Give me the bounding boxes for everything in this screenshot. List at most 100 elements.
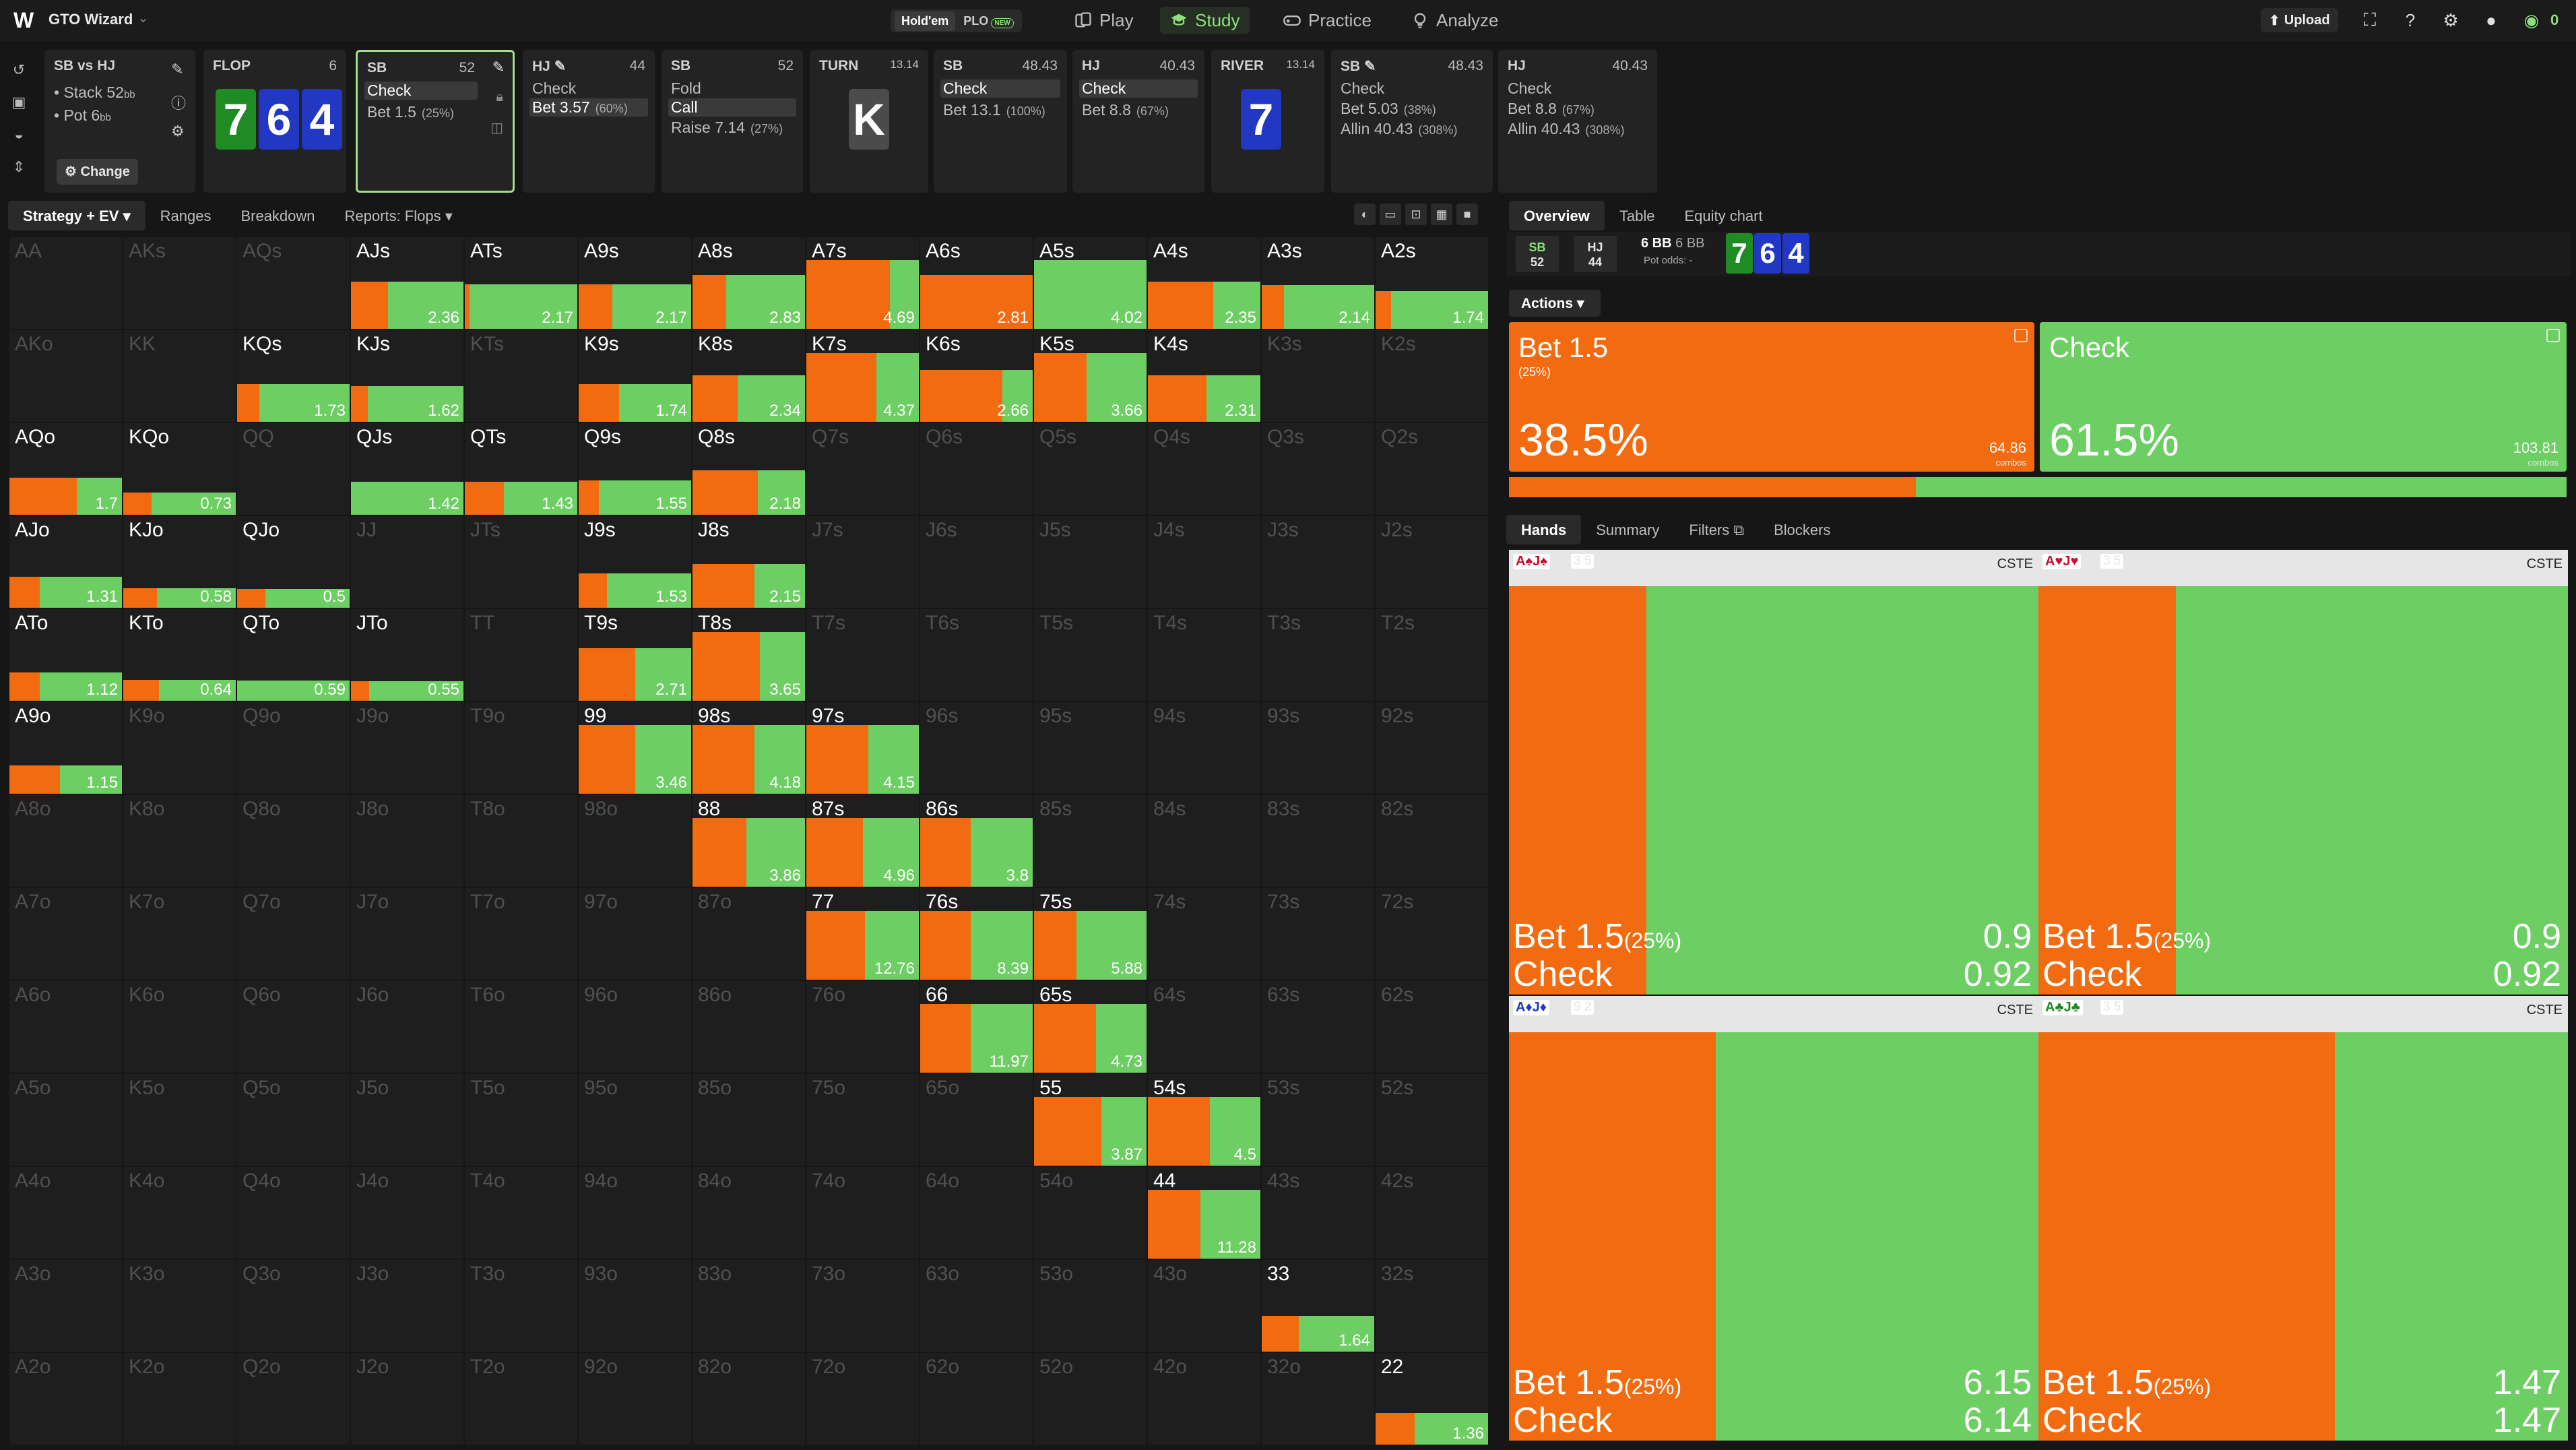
hand-cell[interactable]: A2o [9, 1353, 122, 1445]
hand-cell[interactable]: 42o [1148, 1353, 1260, 1445]
action-check[interactable]: Check [532, 80, 576, 98]
turn-panel[interactable]: TURN 13.14 K [810, 50, 928, 193]
hand-cell[interactable]: 65o [920, 1074, 1033, 1166]
hand-cell[interactable]: 97o [579, 888, 691, 980]
hand-cell[interactable]: A4o [9, 1167, 122, 1259]
hand-cell[interactable]: J9o [351, 702, 463, 794]
action-allin[interactable]: Allin 40.43 (308%) [1508, 120, 1624, 138]
hand-cell[interactable]: AJs 2.36 [351, 237, 463, 329]
hand-cell[interactable]: 96s [920, 702, 1033, 794]
hand-cell[interactable]: T7s [806, 609, 919, 701]
decision-hj-river[interactable]: HJ 40.43 Check Bet 8.8 (67%) Allin 40.43(… [1498, 50, 1657, 193]
hand-cell[interactable]: A7o [9, 888, 122, 980]
display-mode-icon[interactable]: ◐ [1354, 203, 1376, 225]
hand-cell[interactable]: K5s 3.66 [1034, 330, 1147, 422]
hand-cell[interactable]: K8o [123, 795, 236, 887]
hand-cell[interactable]: 74s [1148, 888, 1260, 980]
action-fold[interactable]: Fold [671, 80, 701, 98]
hand-cell[interactable]: QQ [237, 423, 350, 515]
decision-sb-river[interactable]: SB ✎ 48.43 Check Bet 5.03 (38%) Allin 40.… [1331, 50, 1493, 193]
expand-icon[interactable] [2546, 329, 2560, 342]
hand-cell[interactable]: Q9o [237, 702, 350, 794]
hand-cell[interactable]: J5s [1034, 516, 1147, 608]
hand-cell[interactable]: 99 3.46 [579, 702, 691, 794]
hand-cell[interactable]: KQo 0.73 [123, 423, 236, 515]
hand-cell[interactable]: 32o [1262, 1353, 1374, 1445]
hand-cell[interactable]: K3o [123, 1260, 236, 1352]
variant-plo[interactable]: PLO NEW [959, 11, 1017, 31]
coin-icon[interactable]: ◉ [2519, 8, 2544, 32]
hand-cell[interactable]: K8s 2.34 [693, 330, 805, 422]
hand-cell[interactable]: J8s 2.15 [693, 516, 805, 608]
hand-cell[interactable]: Q2o [237, 1353, 350, 1445]
hand-cell[interactable]: J5o [351, 1074, 463, 1166]
hand-cell[interactable]: 86o [693, 981, 805, 1073]
hand-cell[interactable]: K6s 2.66 [920, 330, 1033, 422]
hand-cell[interactable]: 64s [1148, 981, 1260, 1073]
hand-cell[interactable]: 75s 5.88 [1034, 888, 1147, 980]
hand-cell[interactable]: A3s 2.14 [1262, 237, 1374, 329]
upload-button[interactable]: ⬆ Upload [2261, 8, 2338, 32]
hand-cell[interactable]: AJo 1.31 [9, 516, 122, 608]
hand-cell[interactable]: J7o [351, 888, 463, 980]
hand-cell[interactable]: 63o [920, 1260, 1033, 1352]
lock-icon[interactable]: 🔒︎ [496, 90, 503, 105]
hand-cell[interactable]: Q6o [237, 981, 350, 1073]
grid-view-icon[interactable]: ▦ [1431, 203, 1452, 225]
hand-cell[interactable]: AKo [9, 330, 122, 422]
hand-cell[interactable]: 98o [579, 795, 691, 887]
hand-cell[interactable]: TT [465, 609, 577, 701]
hand-cell[interactable]: 93s [1262, 702, 1374, 794]
hand-cell[interactable]: A6o [9, 981, 122, 1073]
hand-cell[interactable]: Q8s 2.18 [693, 423, 805, 515]
hand-cell[interactable]: 75o [806, 1074, 919, 1166]
hand-cell[interactable]: 33 1.64 [1262, 1260, 1374, 1352]
hand-cell[interactable]: 85o [693, 1074, 805, 1166]
hand-cell[interactable]: 66 11.97 [920, 981, 1033, 1073]
hand-cell[interactable]: A2s 1.74 [1376, 237, 1488, 329]
hand-cell[interactable]: A9s 2.17 [579, 237, 691, 329]
hand-cell[interactable]: T8s 3.65 [693, 609, 805, 701]
decision-sb-turn[interactable]: SB 48.43 Check Bet 13.1 (100%) [934, 50, 1067, 193]
hand-cell[interactable]: 85s [1034, 795, 1147, 887]
player-pill-sb[interactable]: SB 52 [1516, 236, 1559, 272]
hand-cell[interactable]: QJs 1.42 [351, 423, 463, 515]
hand-cell[interactable]: K2s [1376, 330, 1488, 422]
expand-icon[interactable] [2014, 329, 2028, 342]
hand-cell[interactable]: 84o [693, 1167, 805, 1259]
hand-cell[interactable]: QTs 1.43 [465, 423, 577, 515]
combo-tile[interactable]: A♣J♣ 3 5 CSTE Bet 1.5(25%) Check 1.47 1.47 [2038, 996, 2568, 1441]
action-bet[interactable]: Bet 5.03 (38%) [1341, 100, 1436, 118]
hand-cell[interactable]: 63s [1262, 981, 1374, 1073]
game-variant-toggle[interactable]: Hold'em PLO NEW [891, 9, 1022, 32]
hand-cell[interactable]: J6o [351, 981, 463, 1073]
logo-icon[interactable]: W [13, 8, 38, 32]
hand-cell[interactable]: 83s [1262, 795, 1374, 887]
hand-cell[interactable]: 74o [806, 1167, 919, 1259]
hand-cell[interactable]: ATo 1.12 [9, 609, 122, 701]
hand-cell[interactable]: 86s 3.8 [920, 795, 1033, 887]
hand-cell[interactable]: 76s 8.39 [920, 888, 1033, 980]
action-bet[interactable]: Bet 3.57 (60%) [529, 98, 648, 117]
hand-cell[interactable]: QJo 0.5 [237, 516, 350, 608]
reset-icon[interactable]: ↺ [9, 61, 28, 80]
hand-cell[interactable]: A7s 4.69 [806, 237, 919, 329]
hand-cell[interactable]: 97s 4.15 [806, 702, 919, 794]
hand-cell[interactable]: J2s [1376, 516, 1488, 608]
hand-cell[interactable]: J3o [351, 1260, 463, 1352]
hand-cell[interactable]: J7s [806, 516, 919, 608]
chevron-down-icon[interactable]: ⌄ [137, 9, 149, 26]
help-icon[interactable]: ? [2398, 8, 2422, 32]
hand-cell[interactable]: A9o 1.15 [9, 702, 122, 794]
hand-cell[interactable]: AQs [237, 237, 350, 329]
nav-practice[interactable]: Practice [1273, 7, 1381, 34]
hand-cell[interactable]: QTo 0.59 [237, 609, 350, 701]
hand-cell[interactable]: J3s [1262, 516, 1374, 608]
tab-breakdown[interactable]: Breakdown [226, 201, 329, 230]
hand-cell[interactable]: T3o [465, 1260, 577, 1352]
hand-cell[interactable]: 82o [693, 1353, 805, 1445]
edit-icon[interactable]: ✎ [492, 59, 505, 76]
edit-icon[interactable]: ✎ [171, 61, 183, 78]
gear-icon[interactable]: ⚙ [2439, 8, 2463, 32]
player-pill-hj[interactable]: HJ 44 [1574, 236, 1617, 272]
